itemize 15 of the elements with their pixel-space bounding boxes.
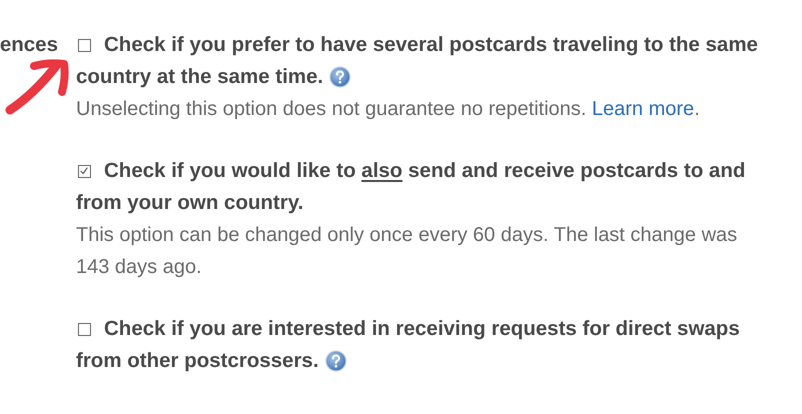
option-label: Check if you are interested in receiving requests for direct swaps [104,316,740,342]
learn-more-link[interactable]: Learn more [592,98,694,120]
option-label: from other postcrossers. [76,348,319,374]
option-label: country at the same time. [76,64,324,90]
section-label: ences [0,32,58,58]
option-label: Check if you would like to also send and receive postcards to and [104,158,746,184]
checkbox[interactable] [78,322,91,336]
help-icon[interactable] [329,66,352,88]
option-label: Check if you prefer to have several postcards traveling to the same [104,32,758,58]
option-note: This option can be changed only once every 60 days. The last change was 143 days ago. [76,223,738,280]
checkbox[interactable] [78,164,91,178]
checkbox[interactable] [78,38,91,52]
option-note: Unselecting this option does not guarantee no repetitions. Learn more. [76,97,701,122]
option-label: from your own country. [76,190,304,216]
help-icon[interactable] [324,350,347,372]
